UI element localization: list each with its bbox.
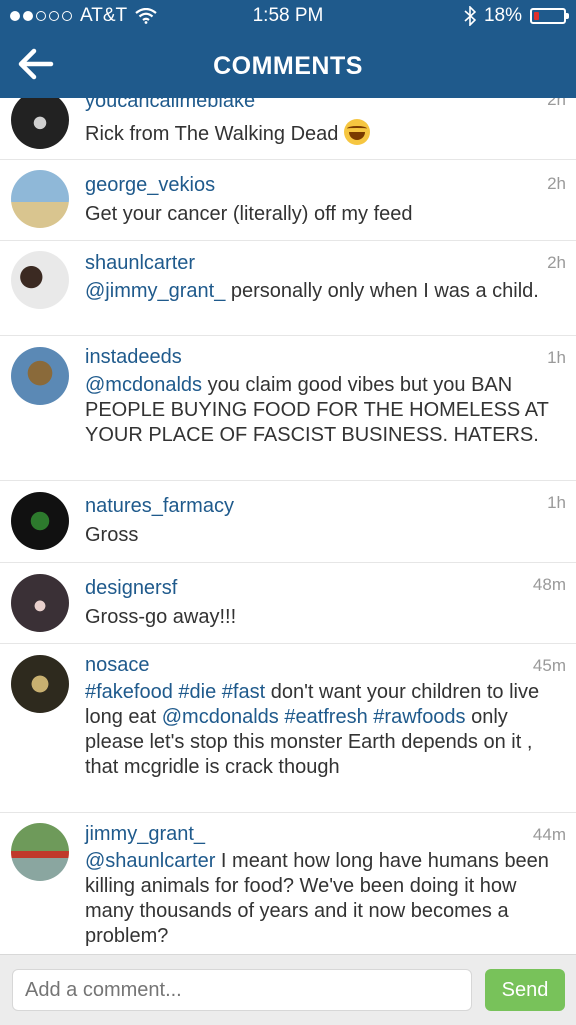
comment-text: Get your cancer (literally) off my feed <box>85 202 563 227</box>
comment-username[interactable]: instadeeds <box>85 346 182 369</box>
comment-username[interactable]: natures_farmacy <box>85 495 234 518</box>
status-bar: AT&T 1:58 PM 18% <box>0 0 576 32</box>
comment-list[interactable]: youcancallmeblake 2h Rick from The Walki… <box>0 98 576 954</box>
mention-link[interactable]: #eatfresh <box>284 706 367 728</box>
comment-time: 2h <box>547 253 566 272</box>
bluetooth-icon <box>464 5 477 27</box>
comment-time: 1h <box>547 348 566 367</box>
mention-link[interactable]: #fast <box>222 681 265 703</box>
tears-of-joy-emoji-icon <box>343 119 370 145</box>
comment-time: 44m <box>532 825 566 844</box>
comment-time: 2h <box>547 174 566 193</box>
comment-time: 48m <box>532 575 566 594</box>
comment-time: 45m <box>532 656 566 675</box>
comment-username[interactable]: shaunlcarter <box>85 252 195 275</box>
avatar[interactable] <box>11 655 69 713</box>
mention-link[interactable]: @jimmy_grant_ <box>85 280 225 302</box>
comment-text: @jimmy_grant_ personally only when I was… <box>85 279 563 304</box>
comment-username[interactable]: designersf <box>85 577 177 600</box>
comment-item: youcancallmeblake 2h Rick from The Walki… <box>0 98 576 160</box>
avatar[interactable] <box>11 347 69 405</box>
comment-text: #fakefood #die #fast don't want your chi… <box>85 680 563 780</box>
comment-item: instadeeds 1h @mcdonalds you claim good … <box>0 336 576 481</box>
avatar[interactable] <box>11 251 69 309</box>
comment-text: @shaunlcarter I meant how long have huma… <box>85 849 563 949</box>
comment-text-segment: Get your cancer (literally) off my feed <box>85 203 413 225</box>
comment-text-segment: Gross-go away!!! <box>85 606 237 628</box>
send-button[interactable]: Send <box>485 969 565 1011</box>
nav-bar: COMMENTS <box>0 34 576 98</box>
battery-percent: 18% <box>483 5 522 26</box>
comment-username[interactable]: nosace <box>85 654 150 677</box>
mention-link[interactable]: #die <box>178 681 216 703</box>
comment-text-segment: Gross <box>85 524 139 546</box>
avatar[interactable] <box>11 823 69 881</box>
avatar[interactable] <box>11 98 69 149</box>
comment-text-segment: personally only when I was a child. <box>225 280 539 302</box>
comment-text: Gross-go away!!! <box>85 605 563 630</box>
comment-item: shaunlcarter 2h @jimmy_grant_ personally… <box>0 241 576 336</box>
comment-time: 1h <box>547 493 566 512</box>
header: AT&T 1:58 PM 18% COMMENTS <box>0 0 576 98</box>
comment-item: george_vekios 2h Get your cancer (litera… <box>0 160 576 241</box>
mention-link[interactable]: #fakefood <box>85 681 173 703</box>
comment-item: designersf 48m Gross-go away!!! <box>0 563 576 644</box>
mention-link[interactable]: @mcdonalds <box>162 706 279 728</box>
comment-text: Rick from The Walking Dead <box>85 119 563 147</box>
status-right: 18% <box>464 5 569 27</box>
comment-time: 2h <box>547 98 566 109</box>
comment-text: @mcdonalds you claim good vibes but you … <box>85 373 563 448</box>
comment-text-segment: Rick from The Walking Dead <box>85 123 344 145</box>
comment-item: jimmy_grant_ 44m @shaunlcarter I meant h… <box>0 813 576 954</box>
avatar[interactable] <box>11 170 69 228</box>
comment-input[interactable] <box>12 969 472 1011</box>
comment-composer: Send <box>0 954 576 1025</box>
battery-fill <box>534 12 539 20</box>
comment-username[interactable]: george_vekios <box>85 174 215 197</box>
comment-item: natures_farmacy 1h Gross <box>0 481 576 563</box>
comment-text: Gross <box>85 523 563 548</box>
comment-username[interactable]: youcancallmeblake <box>85 98 255 113</box>
comment-item: nosace 45m #fakefood #die #fast don't wa… <box>0 644 576 813</box>
page-title: COMMENTS <box>213 52 363 80</box>
battery-icon <box>530 8 569 24</box>
mention-link[interactable]: #rawfoods <box>373 706 465 728</box>
avatar[interactable] <box>11 574 69 632</box>
avatar[interactable] <box>11 492 69 550</box>
mention-link[interactable]: @mcdonalds <box>85 374 202 396</box>
comment-username[interactable]: jimmy_grant_ <box>85 823 205 846</box>
mention-link[interactable]: @shaunlcarter <box>85 850 215 872</box>
